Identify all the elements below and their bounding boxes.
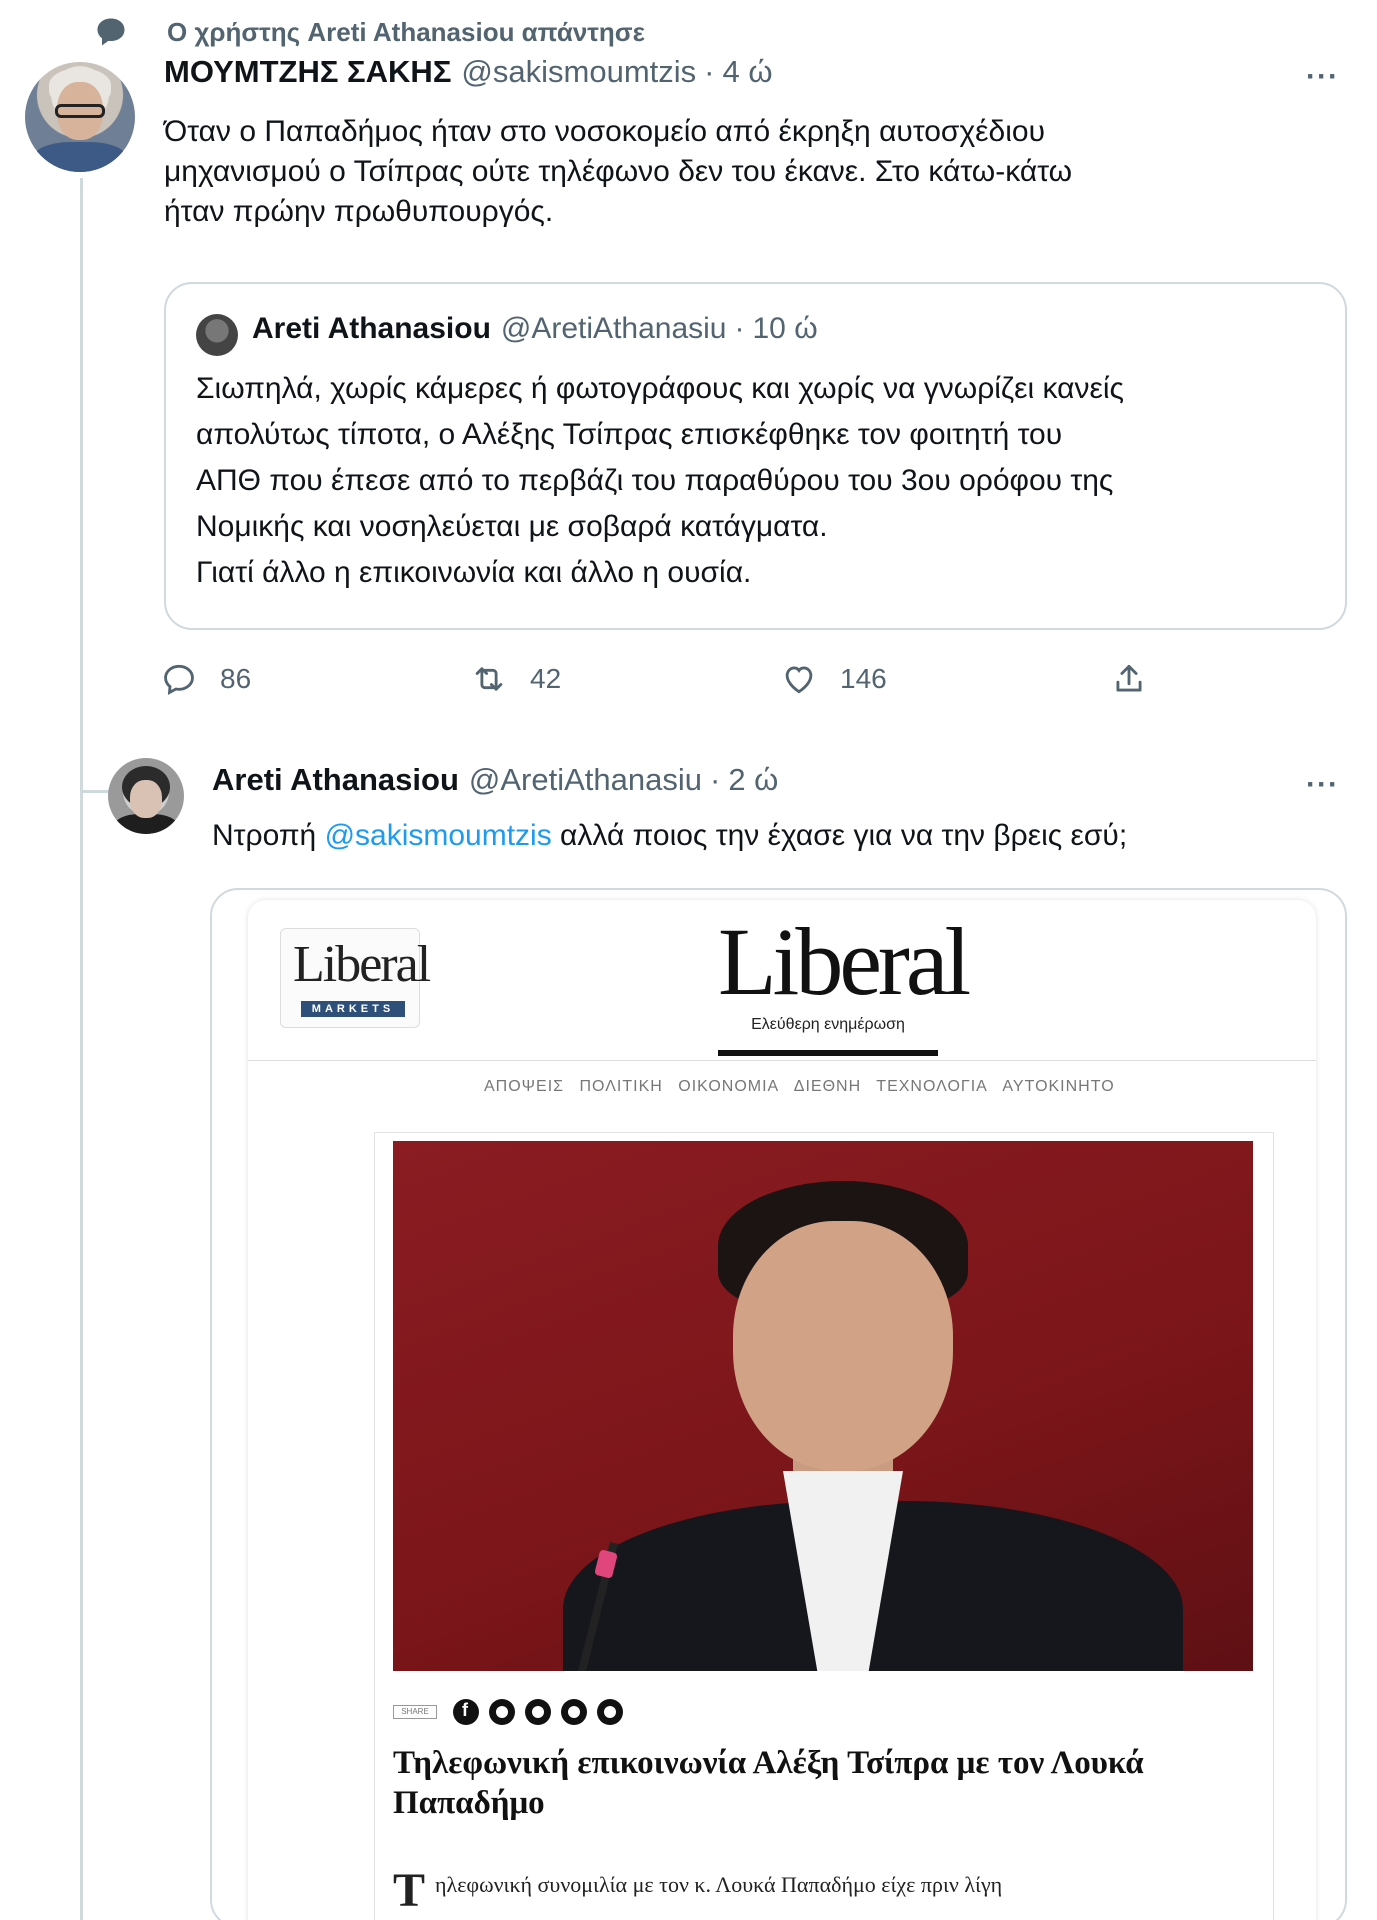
quote-avatar [196,314,238,356]
nav-item: ΑΥΤΟΚΙΝΗΤΟ [1002,1078,1115,1095]
article-photo [393,1141,1253,1671]
heart-icon [785,666,813,694]
like-count: 146 [840,663,887,694]
share-icon [1116,664,1142,692]
more-options-icon[interactable]: ··· [1306,60,1339,94]
quote-user-name: Areti Athanasiou [252,312,491,345]
logo-underline [718,1050,938,1056]
avatar[interactable] [108,758,184,834]
social-context-text: Ο χρήστης Areti Athanasiou απάντησε [167,17,645,47]
article-screenshot: Liberal MARKETS Liberal Ελεύθερη ενημέρω… [248,900,1316,1920]
more-options-icon[interactable]: ··· [1306,768,1339,802]
nav-item: ΑΠΟΨΕΙΣ [484,1078,565,1095]
speech-bubble-icon [97,18,125,46]
tweet-header: ΜΟΥΜΤΖΗΣ ΣΑΚΗΣ @sakismoumtzis · 4 ώ [164,54,773,90]
nav-item: ΤΕΧΝΟΛΟΓΙΑ [876,1078,988,1095]
facebook-icon [453,1699,479,1725]
nav-item: ΔΙΕΘΝΗ [793,1078,862,1095]
retweet-button[interactable]: 42 [470,660,561,698]
divider [248,1060,1316,1061]
timestamp[interactable]: 4 ώ [722,54,772,90]
liberal-logo: Liberal Ελεύθερη ενημέρωση [718,908,971,1034]
quote-text: Σιωπηλά, χωρίς κάμερες ή φωτογράφους και… [196,372,1125,589]
article-lead: Τηλεφωνική συνομιλία με τον κ. Λουκά Παπ… [393,1864,1003,1917]
separator: · [709,762,721,797]
share-label: SHARE [393,1705,437,1719]
site-nav: ΑΠΟΨΕΙΣ ΠΟΛΙΤΙΚΗ ΟΙΚΟΝΟΜΙΑ ΔΙΕΘΝΗ ΤΕΧΝΟΛ… [484,1078,1125,1096]
retweet-icon [475,667,503,691]
user-name[interactable]: ΜΟΥΜΤΖΗΣ ΣΑΚΗΣ [164,54,451,90]
tweet-text: Όταν ο Παπαδήμος ήταν στο νοσοκομείο από… [164,115,1073,228]
avatar[interactable] [25,62,135,172]
linkedin-icon [525,1699,551,1725]
attached-image[interactable]: Liberal MARKETS Liberal Ελεύθερη ενημέρω… [210,888,1347,1920]
share-row: SHARE [393,1699,633,1725]
nav-item: ΠΟΛΙΤΙΚΗ [579,1078,663,1095]
quote-header: Areti Athanasiou @AretiAthanasiu · 10 ώ [252,312,818,346]
user-name[interactable]: Areti Athanasiou [212,762,459,798]
quote-user-handle: @AretiAthanasiu [500,312,727,345]
tweet-actions: 86 42 146 [160,660,1160,710]
share-button[interactable] [1110,660,1148,698]
separator: · [704,54,715,89]
quoted-tweet[interactable]: Areti Athanasiou @AretiAthanasiu · 10 ώ … [164,282,1347,630]
article: SHARE Τηλεφωνική επικοινωνία Αλέξη Τσίπρ… [374,1132,1274,1920]
reply-icon [164,664,194,695]
quote-timestamp: 10 ώ [752,312,818,345]
like-button[interactable]: 146 [780,660,887,698]
twitter-icon [489,1699,515,1725]
retweet-count: 42 [530,663,562,694]
reply-button[interactable]: 86 [160,660,251,698]
print-icon [597,1699,623,1725]
user-handle[interactable]: @AretiAthanasiu [469,762,702,798]
tweet-text: Ντροπή @sakismoumtzis αλλά ποιος την έχα… [212,819,1128,852]
thread-line [80,178,83,1920]
separator: · [734,312,745,345]
reply-count: 86 [220,663,252,694]
tweet-header: Areti Athanasiou @AretiAthanasiu · 2 ώ [212,762,778,798]
liberal-markets-logo: Liberal MARKETS [280,928,431,1028]
user-handle[interactable]: @sakismoumtzis [461,54,696,90]
timestamp[interactable]: 2 ώ [728,762,778,798]
article-headline: Τηλεφωνική επικοινωνία Αλέξη Τσίπρα με τ… [393,1745,1144,1821]
nav-item: ΟΙΚΟΝΟΜΙΑ [678,1078,780,1095]
email-icon [561,1699,587,1725]
mention-link[interactable]: @sakismoumtzis [325,819,552,852]
tagline: Ελεύθερη ενημέρωση [751,1016,905,1033]
